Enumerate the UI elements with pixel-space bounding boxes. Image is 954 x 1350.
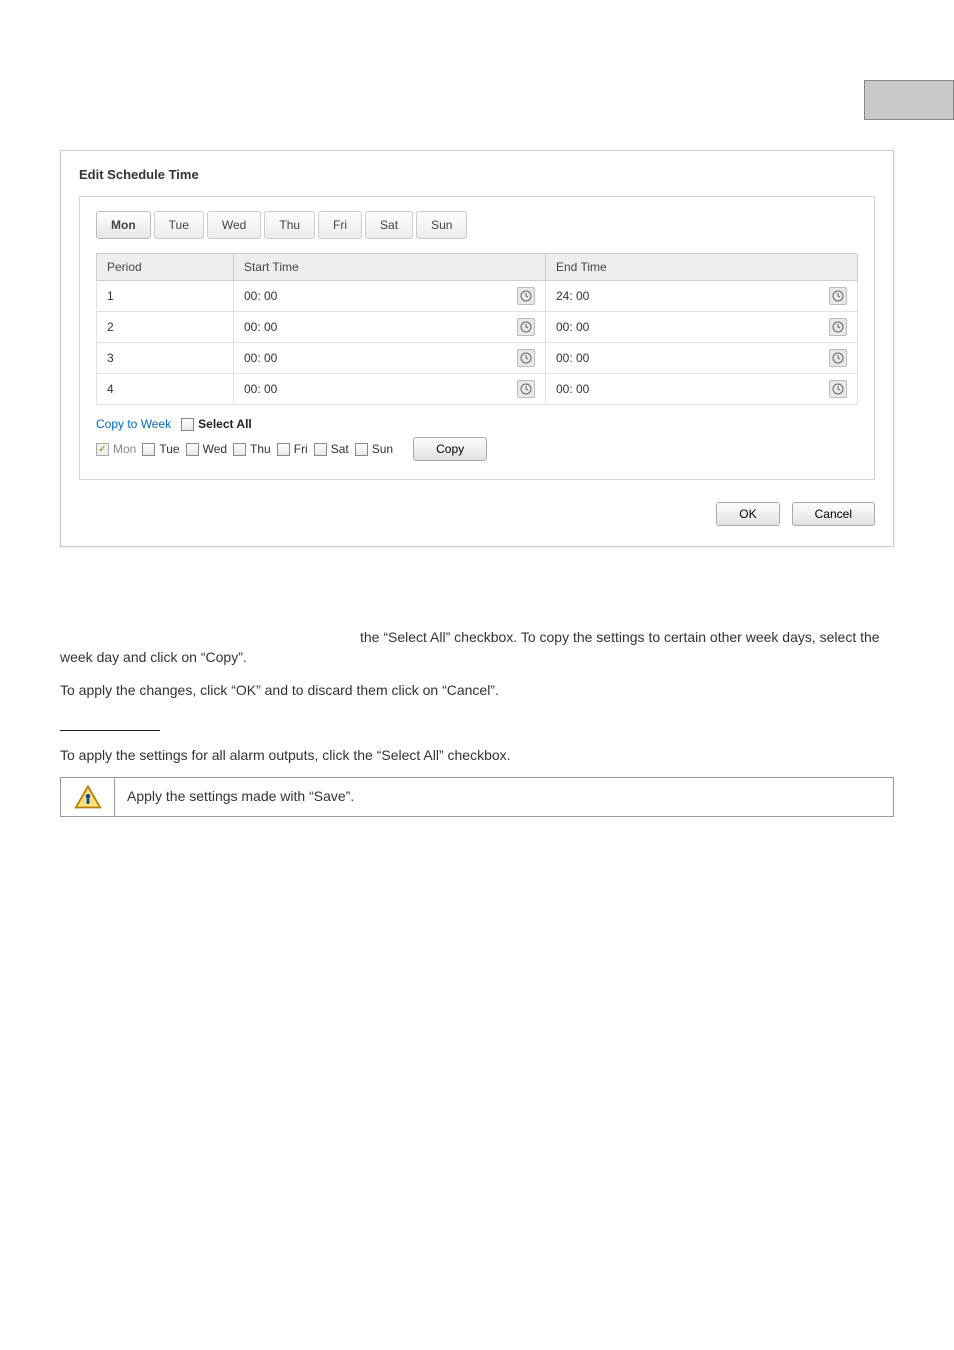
tab-thu[interactable]: Thu	[264, 211, 315, 239]
tab-tue[interactable]: Tue	[154, 211, 204, 239]
checkbox-icon	[181, 418, 194, 431]
dialog-title: Edit Schedule Time	[79, 167, 875, 182]
info-icon-cell	[61, 778, 115, 816]
paragraph-3: To apply the settings for all alarm outp…	[60, 745, 894, 765]
clock-icon[interactable]	[517, 318, 535, 336]
clock-icon[interactable]	[829, 380, 847, 398]
start-time-cell[interactable]: 00: 00	[233, 312, 545, 343]
cancel-button[interactable]: Cancel	[792, 502, 875, 526]
clock-icon[interactable]	[829, 287, 847, 305]
edit-schedule-dialog: Edit Schedule Time Mon Tue Wed Thu Fri S…	[60, 150, 894, 547]
day-label: Thu	[250, 442, 271, 456]
page-corner-tab	[864, 80, 954, 120]
copy-to-week-row: Copy to Week Select All	[96, 417, 858, 431]
tab-mon[interactable]: Mon	[96, 211, 151, 239]
tab-fri[interactable]: Fri	[318, 211, 362, 239]
paragraph-1: the “Select All” checkbox. To copy the s…	[60, 627, 894, 668]
dialog-footer: OK Cancel	[79, 502, 875, 526]
end-time-cell[interactable]: 00: 00	[545, 343, 857, 374]
period-cell: 4	[97, 374, 234, 405]
select-all-checkbox[interactable]: Select All	[181, 417, 252, 431]
clock-icon[interactable]	[829, 318, 847, 336]
period-cell: 2	[97, 312, 234, 343]
start-time-cell[interactable]: 00: 00	[233, 374, 545, 405]
clock-icon[interactable]	[517, 287, 535, 305]
day-checkbox-tue[interactable]: Tue	[142, 442, 179, 456]
tab-sun[interactable]: Sun	[416, 211, 467, 239]
day-checkbox-fri[interactable]: Fri	[277, 442, 308, 456]
table-row: 200: 0000: 00	[97, 312, 858, 343]
info-text: Apply the settings made with “Save”.	[115, 778, 366, 816]
day-label: Fri	[294, 442, 308, 456]
day-label: Sun	[372, 442, 393, 456]
tab-sat[interactable]: Sat	[365, 211, 413, 239]
copy-to-week-label: Copy to Week	[96, 417, 171, 431]
table-row: 300: 0000: 00	[97, 343, 858, 374]
ok-button[interactable]: OK	[716, 502, 779, 526]
start-time-cell[interactable]: 00: 00	[233, 281, 545, 312]
day-check-row: ✓ Mon Tue Wed Thu Fri Sat Sun Copy	[96, 437, 858, 461]
table-row: 400: 0000: 00	[97, 374, 858, 405]
select-all-label: Select All	[198, 417, 252, 431]
col-end: End Time	[545, 254, 857, 281]
day-tabs: Mon Tue Wed Thu Fri Sat Sun	[96, 211, 858, 239]
day-label: Tue	[159, 442, 179, 456]
paragraph-2: To apply the changes, click “OK” and to …	[60, 680, 894, 700]
end-time-cell[interactable]: 24: 00	[545, 281, 857, 312]
period-cell: 3	[97, 343, 234, 374]
checkbox-icon	[277, 443, 290, 456]
checkbox-icon	[186, 443, 199, 456]
col-period: Period	[97, 254, 234, 281]
checkbox-icon: ✓	[96, 443, 109, 456]
divider	[60, 730, 160, 731]
checkbox-icon	[355, 443, 368, 456]
tab-wed[interactable]: Wed	[207, 211, 261, 239]
warning-icon	[74, 784, 102, 810]
day-checkbox-sun[interactable]: Sun	[355, 442, 393, 456]
day-label: Wed	[203, 442, 227, 456]
clock-icon[interactable]	[517, 349, 535, 367]
day-checkbox-wed[interactable]: Wed	[186, 442, 227, 456]
day-label: Sat	[331, 442, 349, 456]
checkbox-icon	[233, 443, 246, 456]
info-box: Apply the settings made with “Save”.	[60, 777, 894, 817]
start-time-cell[interactable]: 00: 00	[233, 343, 545, 374]
checkbox-icon	[314, 443, 327, 456]
table-row: 100: 0024: 00	[97, 281, 858, 312]
day-label: Mon	[113, 442, 136, 456]
clock-icon[interactable]	[829, 349, 847, 367]
day-checkbox-mon: ✓ Mon	[96, 442, 136, 456]
day-checkbox-thu[interactable]: Thu	[233, 442, 271, 456]
day-checkbox-sat[interactable]: Sat	[314, 442, 349, 456]
end-time-cell[interactable]: 00: 00	[545, 312, 857, 343]
checkbox-icon	[142, 443, 155, 456]
clock-icon[interactable]	[517, 380, 535, 398]
col-start: Start Time	[233, 254, 545, 281]
period-cell: 1	[97, 281, 234, 312]
dialog-inner: Mon Tue Wed Thu Fri Sat Sun Period Start…	[79, 196, 875, 480]
copy-button[interactable]: Copy	[413, 437, 487, 461]
schedule-table: Period Start Time End Time 100: 0024: 00…	[96, 253, 858, 405]
end-time-cell[interactable]: 00: 00	[545, 374, 857, 405]
body-text: the “Select All” checkbox. To copy the s…	[60, 627, 894, 817]
